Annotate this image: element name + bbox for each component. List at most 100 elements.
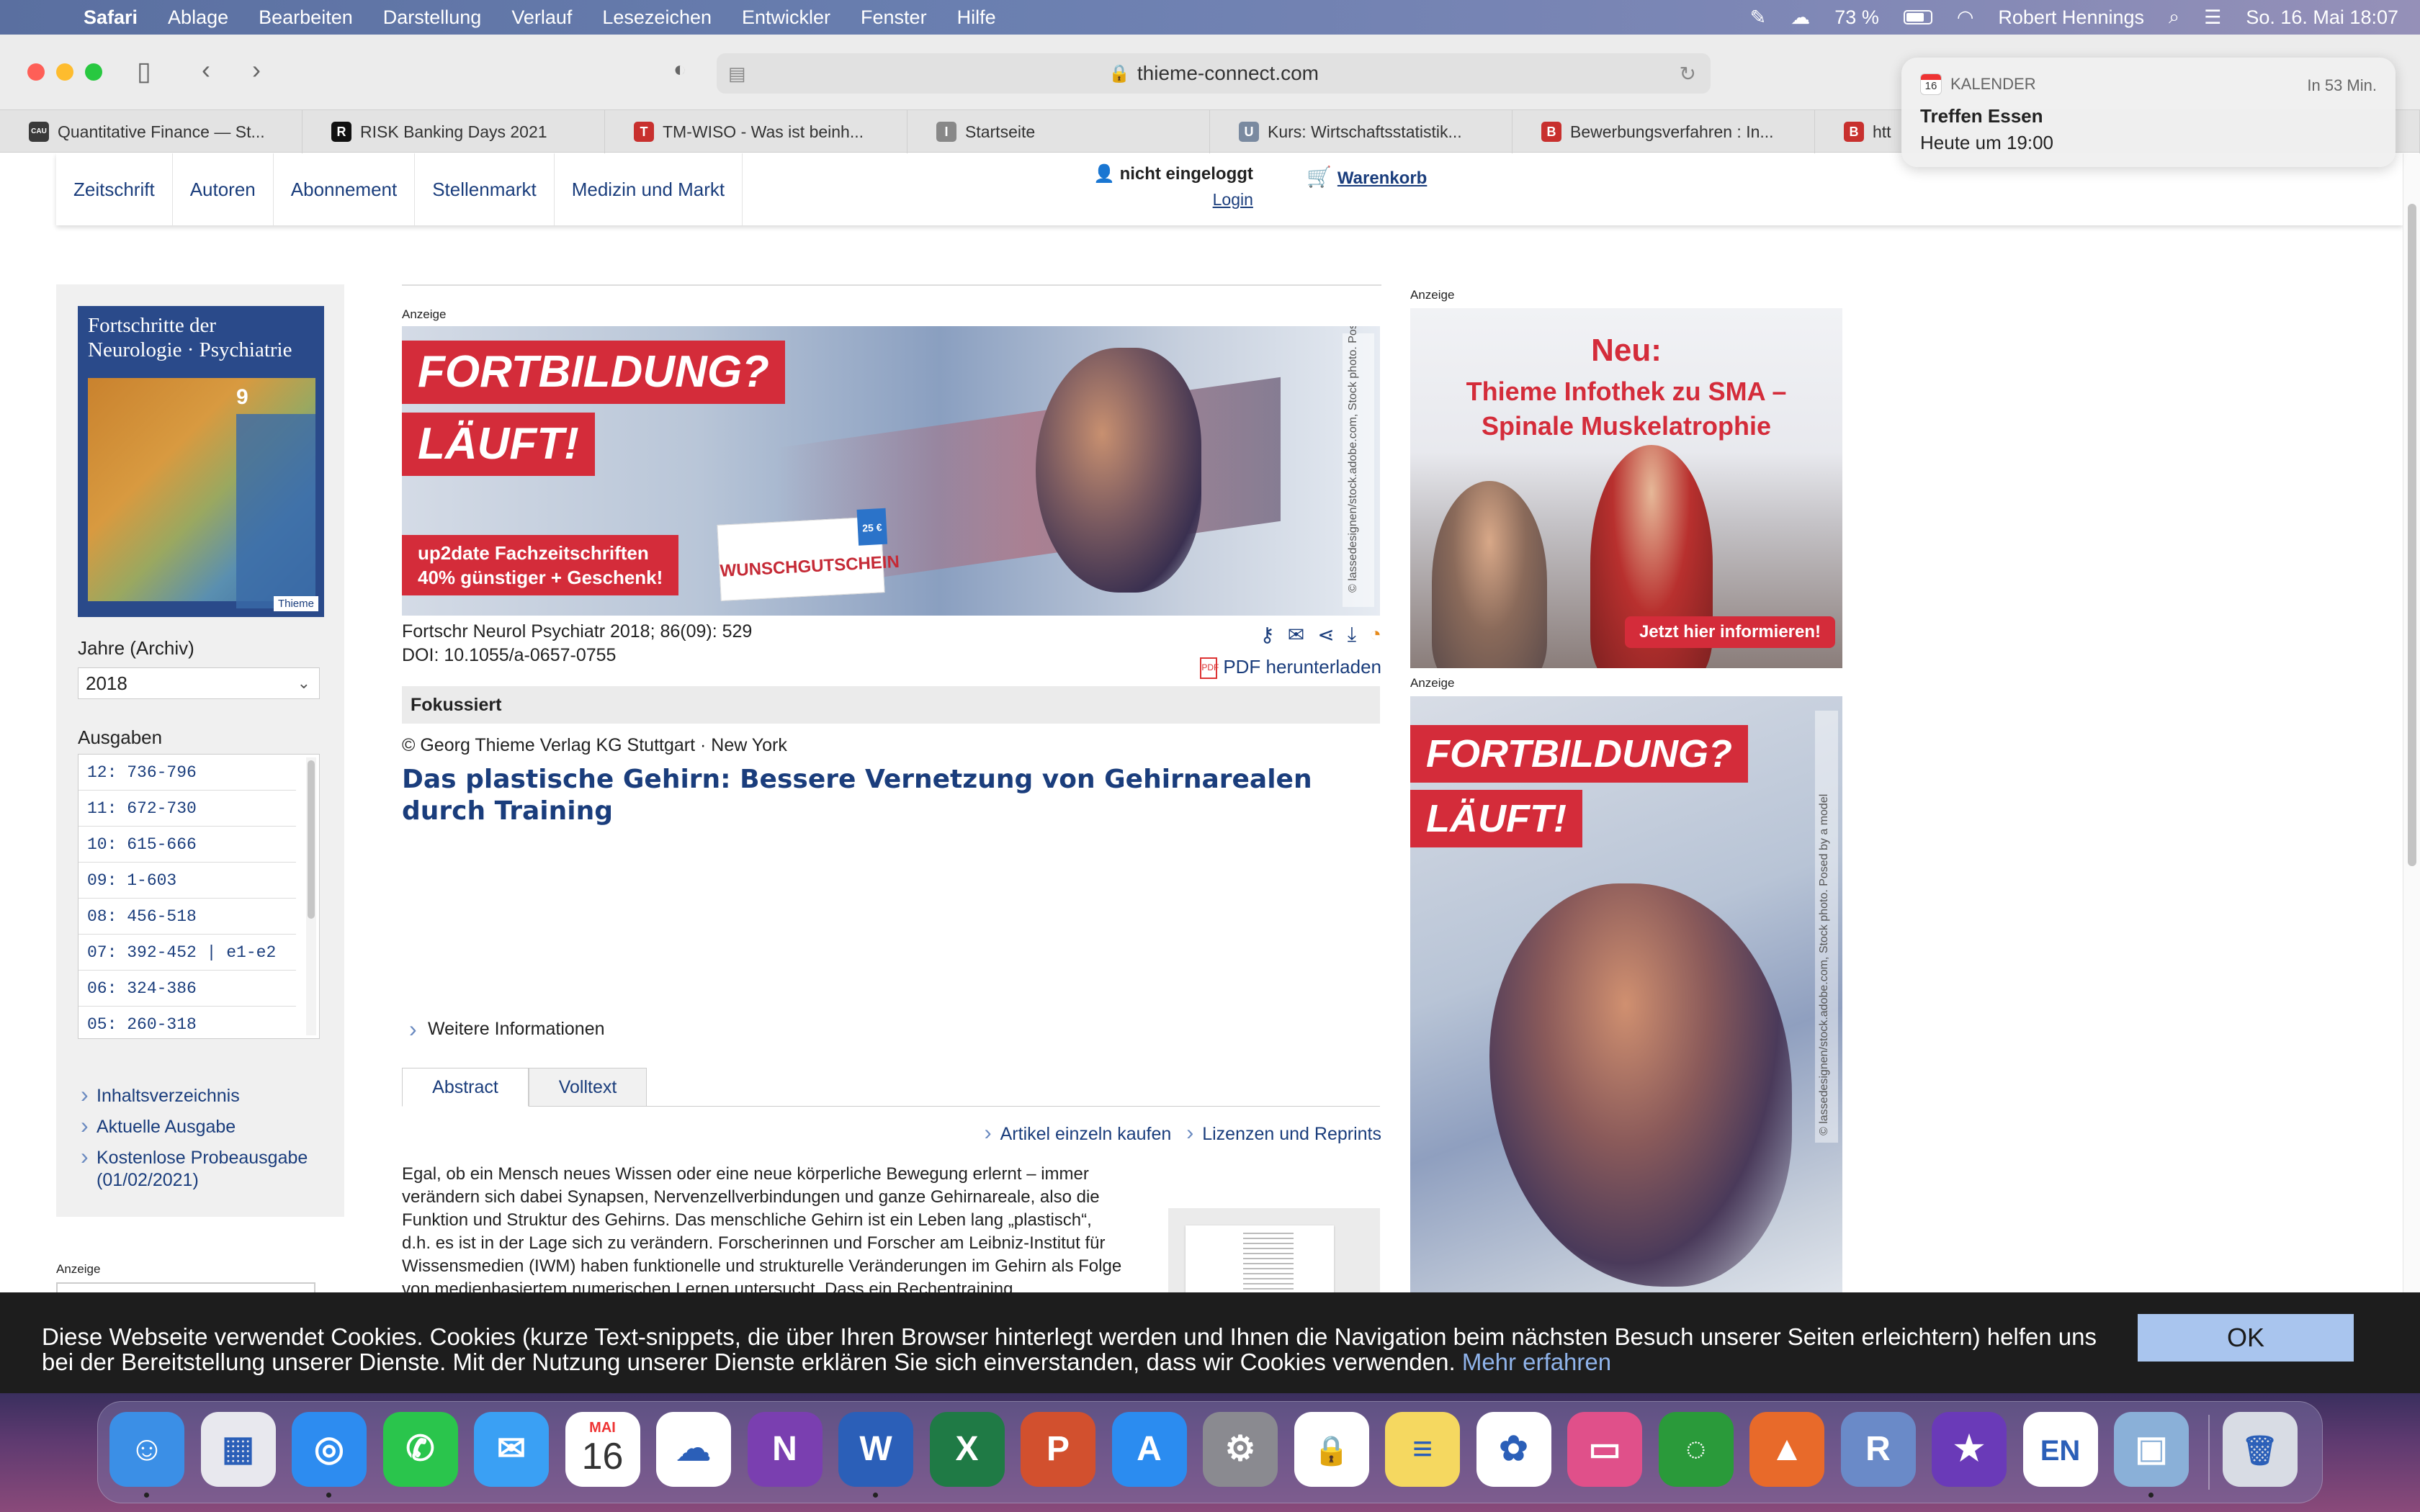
powerpoint-icon[interactable]: P	[1021, 1412, 1095, 1487]
preview-icon[interactable]: ▣	[2114, 1412, 2189, 1487]
address-bar[interactable]: ▤ 🔒 thieme-connect.com ↻	[717, 53, 1711, 94]
circle-app-icon[interactable]: ◌	[1658, 1412, 1734, 1487]
nav-autoren[interactable]: Autoren	[173, 153, 274, 225]
browser-tab[interactable]: CAU Quantitative Finance — St...	[0, 110, 302, 153]
browser-tab[interactable]: U Kurs: Wirtschaftsstatistik...	[1210, 110, 1512, 153]
system-preferences-icon[interactable]: ⚙	[1203, 1412, 1278, 1487]
browser-tab[interactable]: R RISK Banking Days 2021	[302, 110, 605, 153]
whatsapp-icon[interactable]: ✆	[382, 1412, 458, 1487]
cookie-ok-button[interactable]: OK	[2138, 1314, 2354, 1362]
wifi-icon[interactable]: ◠	[1957, 6, 1974, 29]
rss-icon[interactable]: ◔	[1369, 623, 1381, 647]
issue-item[interactable]: 12: 736-796	[79, 755, 296, 791]
window-close-button[interactable]	[27, 63, 45, 81]
link-probeausgabe[interactable]: Kostenlose Probeausgabe (01/02/2021)	[78, 1146, 351, 1192]
control-center-icon[interactable]: ☰	[2204, 6, 2221, 29]
issue-item[interactable]: 11: 672-730	[79, 791, 296, 827]
tab-volltext[interactable]: Volltext	[529, 1068, 647, 1107]
cart-link[interactable]: 🛒 Warenkorb	[1307, 165, 1427, 189]
licenses-link[interactable]: Lizenzen und Reprints	[1186, 1124, 1381, 1144]
download-icon[interactable]: ⤓	[1348, 623, 1356, 647]
app-store-icon[interactable]: A	[1111, 1412, 1187, 1487]
presentation-icon[interactable]: ▭	[1567, 1412, 1642, 1487]
photos-icon[interactable]: ✿	[1476, 1412, 1551, 1487]
cite-icon[interactable]: ⚷	[1260, 623, 1275, 647]
menu-verlauf[interactable]: Verlauf	[511, 6, 572, 29]
ad-thieme-infothek-sma[interactable]: Neu: Thieme Infothek zu SMA – Spinale Mu…	[1410, 308, 1842, 668]
browser-tab[interactable]: B Bewerbungsverfahren : In...	[1512, 110, 1815, 153]
email-icon[interactable]: ✉	[1288, 623, 1304, 647]
battery-icon[interactable]	[1903, 10, 1932, 24]
issues-scrollbar-thumb[interactable]	[308, 760, 315, 919]
calendar-notification[interactable]: 16 KALENDER In 53 Min. Treffen Essen Heut…	[1901, 58, 2396, 167]
journal-cover[interactable]: Fortschritte der Neurologie · Psychiatri…	[78, 306, 324, 617]
launchpad-icon[interactable]: ▦	[200, 1412, 276, 1487]
tab-abstract[interactable]: Abstract	[402, 1068, 529, 1107]
ad1-cta-button[interactable]: Jetzt hier informieren!	[1624, 616, 1835, 648]
issue-item[interactable]: 05: 260-318	[79, 1007, 296, 1038]
menu-ablage[interactable]: Ablage	[168, 6, 228, 29]
sidebar-toggle-icon[interactable]: ▯	[137, 56, 151, 86]
safari-icon[interactable]: ◎	[292, 1412, 367, 1487]
evernote-status-icon[interactable]: ✎	[1750, 6, 1767, 29]
excel-icon[interactable]: X	[929, 1412, 1005, 1487]
page-scrollbar-thumb[interactable]	[2408, 204, 2416, 866]
issue-item[interactable]: 08: 456-518	[79, 899, 296, 935]
menu-hilfe[interactable]: Hilfe	[957, 6, 996, 29]
browser-tab[interactable]: T TM-WISO - Was ist beinh...	[605, 110, 908, 153]
dictionary-icon[interactable]: EN	[2022, 1412, 2098, 1487]
battery-percent[interactable]: 73 %	[1834, 6, 1879, 29]
spotlight-search-icon[interactable]: ⌕	[2169, 6, 2179, 29]
privacy-shield-icon[interactable]: ◐	[673, 58, 686, 82]
issue-item[interactable]: 10: 615-666	[79, 827, 296, 863]
reload-icon[interactable]: ↻	[1680, 62, 1696, 86]
menu-bearbeiten[interactable]: Bearbeiten	[259, 6, 353, 29]
finder-icon[interactable]: ☺	[109, 1412, 184, 1487]
menu-lesezeichen[interactable]: Lesezeichen	[602, 6, 712, 29]
browser-tab[interactable]: I Startseite	[908, 110, 1210, 153]
link-inhaltsverzeichnis[interactable]: Inhaltsverzeichnis	[78, 1084, 351, 1107]
mail-icon[interactable]: ✉	[474, 1412, 549, 1487]
reader-view-icon[interactable]: ▤	[728, 63, 746, 85]
menu-app-safari[interactable]: Safari	[84, 6, 138, 29]
onenote-icon[interactable]: N	[747, 1412, 823, 1487]
buy-article-link[interactable]: Artikel einzeln kaufen	[985, 1124, 1172, 1144]
issue-item[interactable]: 06: 324-386	[79, 971, 296, 1007]
page-scrollbar[interactable]	[2403, 153, 2420, 1377]
ad-fortbildung-vertical[interactable]: FORTBILDUNG? LÄUFT! © lassedesignen/stoc…	[1410, 696, 1842, 1320]
menu-fenster[interactable]: Fenster	[861, 6, 927, 29]
link-aktuelle-ausgabe[interactable]: Aktuelle Ausgabe	[78, 1115, 351, 1138]
issues-scrollbar[interactable]	[306, 757, 316, 1035]
nav-stellenmarkt[interactable]: Stellenmarkt	[415, 153, 555, 225]
share-icon[interactable]: ⋖	[1317, 623, 1334, 647]
nav-zeitschrift[interactable]: Zeitschrift	[56, 153, 173, 225]
r-icon[interactable]: R	[1840, 1412, 1916, 1487]
nav-abonnement[interactable]: Abonnement	[274, 153, 416, 225]
more-info-toggle[interactable]: Weitere Informationen	[409, 1016, 605, 1043]
onedrive-icon[interactable]: ☁	[656, 1412, 731, 1487]
window-zoom-button[interactable]	[85, 63, 102, 81]
nav-medizin-und-markt[interactable]: Medizin und Markt	[555, 153, 743, 225]
issue-item[interactable]: 07: 392-452 | e1-e2	[79, 935, 296, 971]
trash-icon[interactable]: 🗑	[2222, 1412, 2298, 1487]
matlab-icon[interactable]: ▲	[1749, 1412, 1824, 1487]
forward-button[interactable]: ›	[252, 55, 261, 85]
cloud-status-icon[interactable]: ☁	[1791, 6, 1810, 29]
menubar-clock[interactable]: So. 16. Mai 18:07	[2246, 6, 2398, 29]
user-name[interactable]: Robert Hennings	[1998, 6, 2144, 29]
window-minimize-button[interactable]	[56, 63, 73, 81]
issue-item[interactable]: 09: 1-603	[79, 863, 296, 899]
calendar-icon[interactable]: MAI 16	[565, 1412, 640, 1487]
imovie-icon[interactable]: ★	[1932, 1412, 2007, 1487]
lock-icon[interactable]: 🔒	[1294, 1412, 1369, 1487]
menu-darstellung[interactable]: Darstellung	[383, 6, 482, 29]
back-button[interactable]: ‹	[202, 55, 210, 85]
menu-entwickler[interactable]: Entwickler	[742, 6, 830, 29]
cookie-more-link[interactable]: Mehr erfahren	[1462, 1349, 1611, 1375]
word-icon[interactable]: W	[838, 1412, 913, 1487]
notes-icon[interactable]: ≡	[1385, 1412, 1460, 1487]
login-link[interactable]: Login	[1093, 190, 1253, 210]
ad-banner-fortbildung[interactable]: FORTBILDUNG? LÄUFT! up2date Fachzeitschr…	[402, 326, 1380, 616]
pdf-download-link[interactable]: PDF PDF herunterladen	[1200, 656, 1381, 680]
year-select[interactable]: 2018 ⌄	[78, 667, 320, 699]
